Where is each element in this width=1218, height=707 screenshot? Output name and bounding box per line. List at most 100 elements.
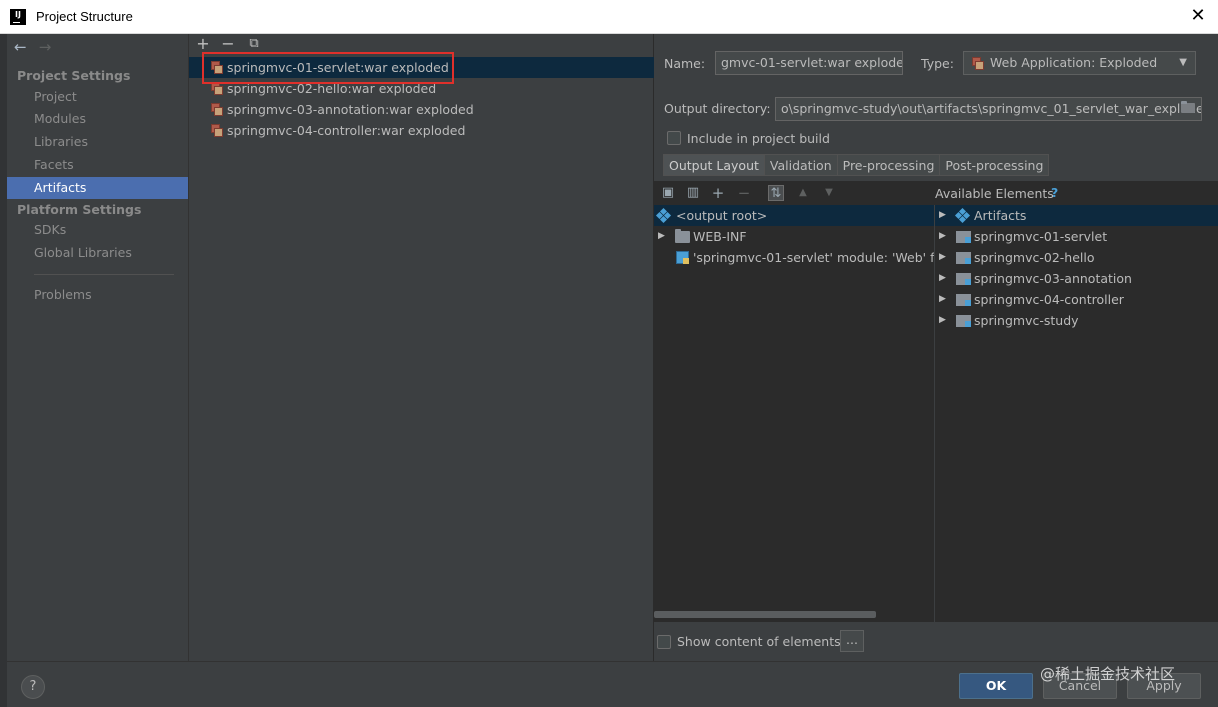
copy-icon[interactable]: ⧉: [245, 35, 263, 53]
tab-output-layout[interactable]: Output Layout: [663, 154, 764, 176]
sidebar-item-global-libraries[interactable]: Global Libraries: [7, 242, 188, 264]
tree-row-label: 'springmvc-01-servlet' module: 'Web' fac…: [693, 250, 934, 265]
help-button[interactable]: ?: [21, 675, 45, 699]
module-icon: [956, 294, 971, 306]
dialog-button-bar: ? OK Cancel Apply: [7, 661, 1218, 707]
expand-arrow-icon[interactable]: ▶: [939, 268, 949, 289]
remove-icon[interactable]: −: [219, 35, 237, 53]
module-icon: [956, 315, 971, 327]
show-content-checkbox[interactable]: [657, 635, 671, 649]
window-title: Project Structure: [36, 9, 133, 24]
sidebar-item-problems[interactable]: Problems: [7, 284, 188, 306]
browse-folder-icon[interactable]: [1181, 101, 1197, 115]
expand-arrow-icon[interactable]: ▶: [939, 226, 949, 247]
move-down-icon[interactable]: ▼: [821, 185, 837, 201]
watermark-text: @稀土掘金技术社区: [1040, 665, 1176, 683]
artifact-details: Name: gmvc-01-servlet:war exploded Type:…: [654, 34, 1218, 661]
add-icon[interactable]: +: [194, 35, 212, 53]
tree-row-label: springmvc-01-servlet: [974, 229, 1108, 244]
available-row-module[interactable]: ▶ springmvc-study: [935, 310, 1218, 331]
remove-element-icon[interactable]: −: [736, 185, 752, 201]
sidebar-item-artifacts[interactable]: Artifacts: [7, 177, 188, 199]
war-artifact-icon: [972, 57, 985, 70]
expand-arrow-icon[interactable]: ▶: [939, 247, 949, 268]
annotation-highlight-box: [202, 52, 454, 84]
war-artifact-icon: [211, 103, 224, 116]
sidebar-divider: [34, 274, 174, 275]
name-field[interactable]: gmvc-01-servlet:war exploded: [715, 51, 903, 75]
tree-row-label: springmvc-03-annotation: [974, 271, 1132, 286]
tree-row-output-root[interactable]: <output root>: [654, 205, 934, 226]
output-directory-field[interactable]: o\springmvc-study\out\artifacts\springmv…: [775, 97, 1202, 121]
section-project-settings: Project Settings: [17, 68, 131, 83]
tree-row-facet-resources[interactable]: 'springmvc-01-servlet' module: 'Web' fac…: [654, 247, 934, 268]
type-select[interactable]: Web Application: Exploded ▼: [963, 51, 1196, 75]
tab-pre-processing[interactable]: Pre-processing: [836, 154, 940, 176]
section-platform-settings: Platform Settings: [17, 202, 142, 217]
output-directory-label: Output directory:: [664, 101, 771, 116]
layout-toolbar: ▣ ▥ + − ⇅ ▲ ▼: [654, 181, 934, 205]
tree-row-label: <output root>: [676, 208, 768, 223]
module-icon: [956, 231, 971, 243]
tab-post-processing[interactable]: Post-processing: [939, 154, 1050, 176]
forward-arrow-icon[interactable]: →: [39, 38, 59, 56]
help-question-icon[interactable]: ?: [1051, 185, 1058, 200]
include-in-build-label: Include in project build: [687, 131, 830, 146]
output-directory-value: o\springmvc-study\out\artifacts\springmv…: [781, 101, 1202, 116]
include-in-build-checkbox[interactable]: [667, 131, 681, 145]
show-content-bar: Show content of elements ...: [654, 622, 1218, 661]
output-layout-panel: ▣ ▥ + − ⇅ ▲ ▼ Available Elements ? <outp…: [654, 181, 1218, 651]
available-row-module[interactable]: ▶ springmvc-01-servlet: [935, 226, 1218, 247]
add-copy-of-icon[interactable]: +: [710, 185, 726, 201]
tree-row-label: WEB-INF: [693, 229, 747, 244]
available-row-module[interactable]: ▶ springmvc-02-hello: [935, 247, 1218, 268]
artifact-row[interactable]: springmvc-04-controller:war exploded: [189, 120, 654, 141]
name-label: Name:: [664, 56, 706, 71]
expand-arrow-icon[interactable]: ▶: [658, 226, 668, 247]
intellij-app-icon: IJ: [10, 9, 26, 25]
left-edge: [0, 34, 7, 707]
type-label: Type:: [921, 56, 954, 71]
expand-arrow-icon[interactable]: ▶: [939, 205, 949, 226]
available-row-module[interactable]: ▶ springmvc-04-controller: [935, 289, 1218, 310]
tree-row-label: springmvc-study: [974, 313, 1079, 328]
show-content-options-button[interactable]: ...: [840, 630, 864, 652]
show-content-label: Show content of elements: [677, 634, 841, 649]
sidebar-item-project[interactable]: Project: [7, 86, 188, 108]
new-directory-icon[interactable]: ▣: [660, 185, 676, 201]
war-artifact-icon: [211, 124, 224, 137]
expand-arrow-icon[interactable]: ▶: [939, 310, 949, 331]
type-select-value: Web Application: Exploded: [990, 55, 1158, 70]
sort-elements-icon[interactable]: ⇅: [768, 185, 784, 201]
artifact-label: springmvc-03-annotation:war exploded: [227, 102, 474, 117]
folder-icon: [675, 229, 690, 243]
horizontal-scrollbar[interactable]: [654, 611, 876, 618]
tree-row-label: springmvc-04-controller: [974, 292, 1124, 307]
move-up-icon[interactable]: ▲: [795, 185, 811, 201]
artifacts-pane: + − ⧉ springmvc-01-servlet:war exploded …: [188, 34, 654, 661]
tree-row-web-inf[interactable]: ▶ WEB-INF: [654, 226, 934, 247]
available-elements-label: Available Elements: [935, 186, 1054, 201]
sidebar-item-modules[interactable]: Modules: [7, 108, 188, 130]
ok-button[interactable]: OK: [959, 673, 1033, 699]
module-icon: [956, 252, 971, 264]
tab-validation[interactable]: Validation: [763, 154, 837, 176]
settings-sidebar: ← → Project Settings Project Modules Lib…: [7, 34, 188, 661]
chevron-down-icon: ▼: [1179, 57, 1187, 68]
artifacts-icon: [954, 207, 971, 224]
available-row-module[interactable]: ▶ springmvc-03-annotation: [935, 268, 1218, 289]
expand-arrow-icon[interactable]: ▶: [939, 289, 949, 310]
sidebar-item-sdks[interactable]: SDKs: [7, 219, 188, 241]
artifact-row[interactable]: springmvc-03-annotation:war exploded: [189, 99, 654, 120]
sidebar-item-facets[interactable]: Facets: [7, 154, 188, 176]
create-archive-icon[interactable]: ▥: [685, 185, 701, 201]
tree-row-label: springmvc-02-hello: [974, 250, 1095, 265]
back-arrow-icon[interactable]: ←: [14, 38, 34, 56]
web-facet-icon: [676, 251, 689, 264]
artifact-label: springmvc-04-controller:war exploded: [227, 123, 466, 138]
available-row-artifacts[interactable]: ▶ Artifacts: [935, 205, 1218, 226]
sidebar-item-libraries[interactable]: Libraries: [7, 131, 188, 153]
close-icon[interactable]: ✕: [1188, 6, 1208, 26]
layout-tabs: Output Layout Validation Pre-processing …: [663, 154, 1050, 176]
nav-arrows: ← →: [14, 38, 59, 58]
